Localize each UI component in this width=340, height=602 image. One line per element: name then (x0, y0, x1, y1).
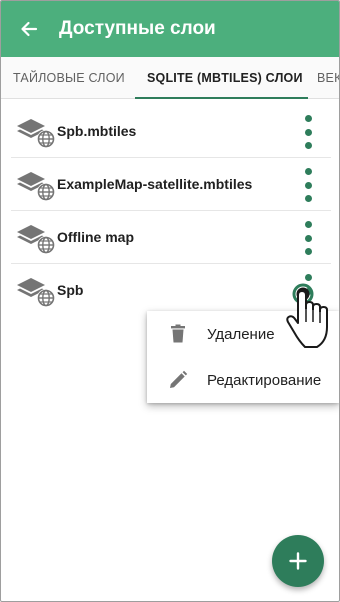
trash-icon (171, 324, 185, 343)
arrow-left-icon (21, 21, 38, 37)
layers-globe-icon (17, 278, 55, 307)
layers-globe-icon (17, 225, 55, 254)
layer-name: Spb (57, 282, 84, 298)
tab-tile-layers[interactable]: ТАЙЛОВЫЕ СЛОИ (13, 57, 125, 98)
pencil-icon (170, 370, 188, 388)
pointer-hand-icon (286, 283, 328, 348)
list-item[interactable]: Offline map (1, 211, 339, 264)
tab-indicator (135, 97, 308, 99)
back-button[interactable] (1, 1, 57, 57)
layer-name: ExampleMap-satellite.mbtiles (57, 176, 253, 192)
list-item[interactable]: ExampleMap-satellite.mbtiles (1, 158, 339, 211)
menu-item-edit[interactable]: Редактирование (147, 357, 339, 403)
tab-bar: ТАЙЛОВЫЕ СЛОИ SQLITE (MBTILES) СЛОИ ВЕК (1, 57, 339, 99)
layer-name: Offline map (57, 229, 135, 245)
tab-vector-layers[interactable]: ВЕК (317, 57, 339, 98)
screen: Доступные слои ТАЙЛОВЫЕ СЛОИ SQLITE (MBT… (0, 0, 340, 602)
app-bar: Доступные слои (1, 1, 339, 57)
layers-globe-icon (17, 119, 55, 148)
menu-item-label: Редактирование (207, 372, 322, 389)
add-layer-button[interactable] (272, 535, 324, 587)
layer-name: Spb.mbtiles (57, 123, 137, 139)
more-vert-icon[interactable] (297, 168, 319, 202)
page-title: Доступные слои (59, 18, 216, 39)
tab-sqlite-layers[interactable]: SQLITE (MBTILES) СЛОИ (147, 57, 303, 98)
menu-item-label: Удаление (207, 326, 275, 343)
more-vert-icon[interactable] (297, 221, 319, 255)
more-vert-icon[interactable] (297, 115, 319, 149)
layers-globe-icon (17, 172, 55, 201)
list-item[interactable]: Spb.mbtiles (1, 105, 339, 158)
plus-icon (289, 552, 307, 570)
